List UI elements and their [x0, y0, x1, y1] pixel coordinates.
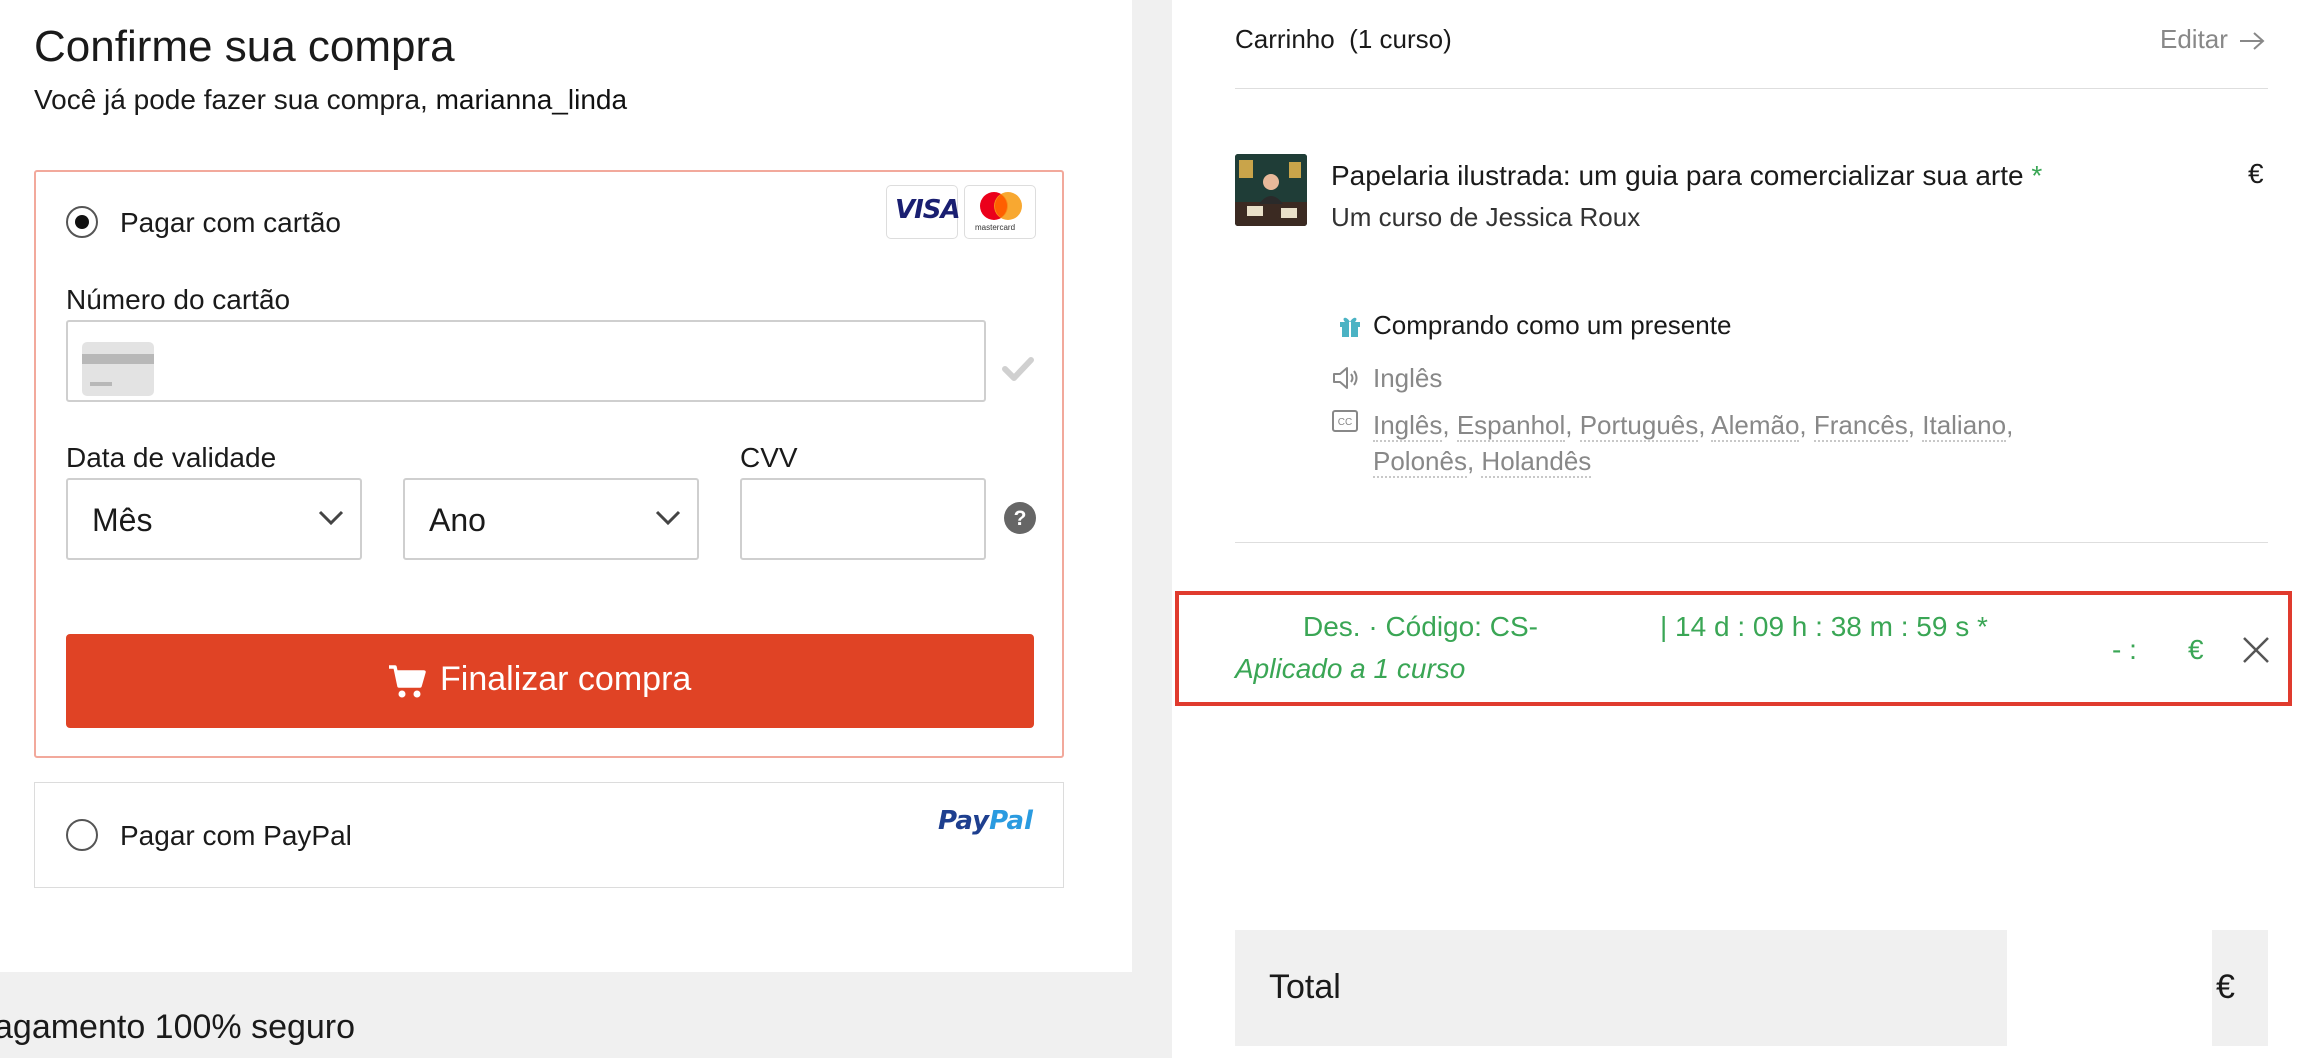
finalize-purchase-label: Finalizar compra — [440, 660, 692, 698]
year-select-value: Ano — [429, 502, 486, 538]
total-amount-box: € — [2212, 930, 2268, 1046]
course-title[interactable]: Papelaria ilustrada: um guia para comerc… — [1331, 160, 2042, 192]
column-divider — [1132, 0, 1172, 1058]
mastercard-logo-text: mastercard — [975, 223, 1016, 232]
month-select-value: Mês — [92, 502, 153, 538]
secure-payment-text: agamento 100% seguro — [0, 1008, 356, 1046]
card-payment-label[interactable]: Pagar com cartão — [120, 207, 341, 239]
subtitle-language[interactable]: Polonês — [1373, 446, 1467, 478]
audio-language: Inglês — [1373, 363, 1443, 393]
subtitle-languages: Inglês, Espanhol, Português, Alemão, Fra… — [1373, 410, 2014, 478]
chevron-down-icon — [318, 510, 344, 526]
course-title-text: Papelaria ilustrada: um guia para comerc… — [1331, 160, 2024, 191]
remove-discount-icon[interactable] — [2242, 636, 2270, 664]
mastercard-icon — [980, 192, 1022, 220]
course-author: Um curso de Jessica Roux — [1331, 202, 1641, 232]
course-title-mark: * — [2031, 160, 2043, 191]
page-title: Confirme sua compra — [34, 22, 455, 71]
paypal-logo-pal: Pal — [989, 806, 1033, 836]
cart-icon — [389, 665, 426, 698]
year-select[interactable]: Ano — [403, 478, 699, 560]
visa-logo-text: VISA — [895, 195, 961, 225]
help-icon[interactable]: ? — [1004, 502, 1036, 534]
username: marianna_linda — [435, 84, 628, 115]
month-select[interactable]: Mês — [66, 478, 362, 560]
svg-text:CC: CC — [1338, 417, 1352, 428]
discount-code: Des. · Código: CS- — [1303, 611, 1538, 642]
cart-header-divider — [1235, 88, 2268, 89]
svg-text:?: ? — [1014, 507, 1027, 530]
cvv-input[interactable] — [740, 478, 986, 560]
visa-logo: VISA — [886, 185, 961, 239]
discount-currency: € — [2188, 634, 2204, 665]
paypal-logo-pay: Pay — [938, 806, 990, 836]
card-number-input[interactable] — [66, 320, 986, 402]
arrow-right-icon — [2240, 32, 2265, 50]
cart-title: Carrinho (1 curso) — [1235, 24, 1452, 55]
subtitle-language[interactable]: Italiano — [1922, 410, 2007, 442]
paypal-payment-radio[interactable] — [66, 819, 98, 851]
mastercard-logo: mastercard — [964, 185, 1036, 239]
finalize-purchase-button[interactable]: Finalizar compra — [66, 634, 1034, 728]
total-currency: € — [2216, 968, 2235, 1006]
expiry-label: Data de validade — [66, 442, 277, 473]
audio-language-icon — [1333, 367, 1358, 389]
subtitle-language[interactable]: Espanhol — [1456, 410, 1566, 442]
check-icon — [1002, 357, 1034, 381]
course-thumbnail — [1235, 154, 1307, 226]
paypal-payment-label[interactable]: Pagar com PayPal — [120, 820, 352, 852]
total-label: Total — [1269, 968, 1341, 1006]
course-thumbnail-image — [1235, 154, 1307, 226]
subtitle-language[interactable]: Alemão — [1711, 410, 1800, 442]
cart-title-label: Carrinho — [1235, 24, 1335, 54]
course-divider — [1235, 542, 2268, 543]
credit-card-icon — [82, 342, 154, 396]
course-price: € — [2248, 158, 2264, 189]
gift-icon — [1340, 317, 1360, 337]
edit-cart-link[interactable]: Editar — [2160, 24, 2265, 55]
card-payment-radio[interactable] — [66, 206, 98, 238]
cart-item-count: (1 curso) — [1349, 24, 1452, 54]
subtitle-language[interactable]: Inglês — [1373, 410, 1443, 442]
discount-countdown: | 14 d : 09 h : 38 m : 59 s * — [1660, 611, 1988, 642]
discount-applied-text: Aplicado a 1 curso — [1235, 653, 1466, 684]
total-row: Total — [1235, 930, 2007, 1046]
card-number-label: Número do cartão — [66, 284, 291, 315]
gift-purchase-text: Comprando como um presente — [1373, 310, 1732, 340]
subtitle-prefix: Você já pode fazer sua compra, — [34, 84, 428, 115]
subtitle-language[interactable]: Francês — [1813, 410, 1908, 442]
cvv-label: CVV — [740, 442, 798, 473]
paypal-logo: PayPal — [938, 806, 1033, 836]
edit-cart-label: Editar — [2160, 24, 2228, 54]
chevron-down-icon — [655, 510, 681, 526]
subtitle-language[interactable]: Português — [1579, 410, 1699, 442]
discount-amount: - : — [2112, 634, 2137, 665]
subtitle-language[interactable]: Holandês — [1481, 446, 1592, 478]
purchase-subtitle: Você já pode fazer sua compra, marianna_… — [34, 84, 627, 116]
subtitles-icon: CC — [1332, 410, 1358, 432]
